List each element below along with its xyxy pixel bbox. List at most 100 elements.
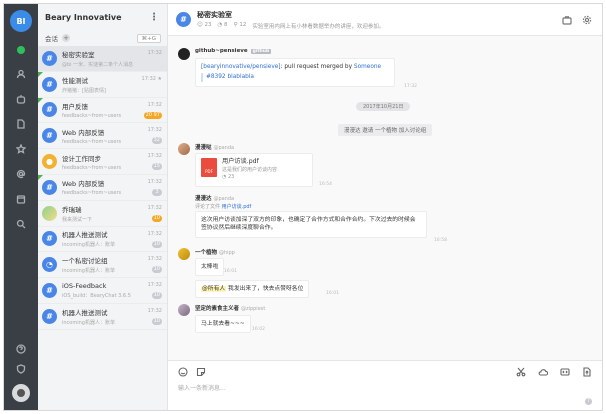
user-avatar-vegetarian[interactable] [178, 304, 190, 316]
conversation-icon [42, 205, 57, 221]
conversation-time: 17:32 [147, 50, 162, 56]
sender-name[interactable]: 漫漫达 @panda [195, 194, 234, 202]
user-link[interactable]: Someone [354, 64, 381, 70]
conversation-preview: 炸猪猪：[贴图表情] [62, 87, 106, 94]
user-avatar-panda[interactable] [178, 143, 190, 155]
contacts-icon[interactable] [14, 67, 28, 81]
emoji-icon[interactable] [178, 367, 188, 377]
shield-icon[interactable] [14, 362, 28, 376]
bot-tag: github [250, 49, 272, 54]
calendar-icon[interactable] [14, 192, 28, 206]
conversation-time: 17:32 [147, 101, 162, 108]
sender-name[interactable]: 漫漫哒 @panda [195, 143, 234, 151]
conversation-preview: incoming机器人：账单 [62, 242, 115, 249]
pdf-file-icon: PDF [201, 158, 217, 177]
unread-marker [38, 97, 43, 103]
conversation-item[interactable]: # 性能测试 炸猪猪：[贴图表情] 17:32 ★ [38, 71, 167, 98]
comment-message: 这次用户访谈加深了双方的印象，也确定了合作方式和合作合约。下次过去的时候会签协议… [195, 211, 427, 238]
conversation-item[interactable]: # 机器人推送测试 incoming机器人：账单 17:32 10 [38, 227, 167, 253]
conversation-time: 17:32 [147, 204, 162, 211]
conversation-preview: @bi 一米、实谜第二条个人消息 [62, 61, 134, 68]
team-name[interactable]: Beary Innovative [45, 13, 122, 22]
sender-name[interactable]: 坚定的素食主义者 @zippiest [195, 304, 265, 312]
conversation-item[interactable]: 乔瑞瑞 我来测试一下 17:32 10 [38, 201, 167, 227]
conversation-item[interactable]: # Web 内部反馈 feedbacks~from~users 17:32 3 [38, 174, 167, 201]
conversation-icon: # [42, 179, 57, 195]
unread-badge: 10 [151, 240, 162, 248]
sticker-icon[interactable] [196, 367, 206, 377]
pins-count[interactable]: ⚲ 12 [234, 22, 247, 30]
conversation-sidebar: Beary Innovative ⋮ 会话 + ⌘+G # 秘密实验室 @bi 一米… [38, 4, 168, 410]
app-window: BI Beary Innovative ⋮ 会话 + ⌘+G # 秘密实验室 @bi… [3, 3, 603, 411]
file-link[interactable]: 用户访谈.pdf [222, 204, 252, 210]
conversation-time: 17:32 [147, 230, 162, 237]
conversation-preview: feedbacks~from~users [62, 164, 122, 171]
conversation-preview: incoming机器人：账单 [62, 319, 115, 326]
conversation-item[interactable]: # 用户反馈 feedbacks~from~users 17:32 20 97 [38, 97, 167, 124]
conversation-item[interactable]: ● 设计工作同步 feedbacks~from~users 17:32 15 [38, 149, 167, 175]
conversation-icon: ◔ [42, 257, 57, 273]
file-name[interactable]: 用户访谈.pdf [222, 158, 277, 167]
conversation-icon: # [42, 283, 57, 299]
upload-file-icon[interactable] [582, 367, 592, 377]
help-button[interactable]: ? [585, 398, 592, 405]
github-avatar[interactable] [178, 48, 190, 60]
conversation-icon: # [42, 76, 57, 92]
online-count[interactable]: ◔ 8 [217, 22, 227, 30]
conversation-icon: # [42, 102, 57, 118]
search-icon[interactable] [14, 217, 28, 231]
sidebar-header: Beary Innovative ⋮ [38, 4, 167, 30]
github-sender[interactable]: github~pensieve github [195, 48, 272, 54]
briefcase-icon[interactable] [562, 15, 572, 25]
unread-badge: 3 [152, 188, 162, 196]
message-bubble: 马上就去看~~~ [195, 315, 251, 334]
more-menu-icon[interactable]: ⋮ [149, 12, 159, 23]
channel-title[interactable]: 秘密实验室 [197, 10, 384, 20]
conversation-item[interactable]: ◔ 一个私密讨论组 incoming机器人：账单 17:32 10 [38, 252, 167, 279]
conversation-time: 17:32 [147, 307, 162, 314]
unread-badge: 20 97 [143, 111, 162, 119]
channel-stats: ☺ 23 ◔ 8 ⚲ 12 实验室用内网上有小林看数据举办的讲座，欢迎参加。 [197, 22, 384, 30]
conversation-preview: iOS_build：BearyChat 3.6.5 [62, 293, 131, 300]
file-comment-count: ◔ 23 [222, 174, 235, 181]
add-conversation-button[interactable]: + [62, 34, 70, 42]
code-snippet-icon[interactable] [560, 367, 570, 377]
conversation-item[interactable]: # 机器人推送测试 incoming机器人：账单 17:32 10 [38, 304, 167, 330]
unread-badge: 10 [151, 266, 162, 274]
conversation-item[interactable]: # iOS-Feedback iOS_build：BearyChat 3.6.5 17… [38, 278, 167, 304]
help-icon[interactable] [14, 342, 28, 356]
conversation-icon: # [42, 308, 57, 324]
cloud-icon[interactable] [538, 367, 548, 377]
message-time: 16:58 [434, 238, 447, 243]
conversation-item[interactable]: # Web 内部反馈 feedbacks~from~users 17:32 32 [38, 123, 167, 150]
mention-icon[interactable] [14, 167, 28, 181]
file-description: 这是我们的用户访谈内容 [222, 166, 278, 173]
conversation-item[interactable]: # 秘密实验室 @bi 一米、实谜第二条个人消息 17:32 [38, 46, 167, 72]
file-attachment[interactable]: PDF 用户访谈.pdf 这是我们的用户访谈内容 ◔ 23 [195, 153, 313, 187]
user-avatar-plant[interactable] [178, 248, 190, 260]
message-time: 17:32 [404, 84, 417, 89]
quick-switch-shortcut[interactable]: ⌘+G [136, 33, 161, 43]
unread-marker [38, 174, 43, 180]
comment-reference: 评论了文件 用户访谈.pdf [195, 204, 252, 210]
settings-gear-icon[interactable] [582, 15, 592, 25]
channel-icon: # [176, 12, 191, 27]
message-input[interactable]: 输入一条新消息... [178, 383, 226, 392]
conversations-section: 会话 + ⌘+G [38, 30, 167, 46]
files-icon[interactable] [14, 117, 28, 131]
message-time: 16:01 [224, 269, 237, 274]
message-time: 16:54 [319, 182, 332, 187]
scissors-icon[interactable] [516, 367, 526, 377]
user-avatar[interactable] [12, 384, 30, 402]
sender-name[interactable]: 一个植物 @hipp [195, 248, 235, 256]
members-count[interactable]: ☺ 23 [197, 22, 211, 30]
mention-all-tag[interactable]: @所有人 [201, 286, 227, 292]
team-avatar[interactable]: BI [10, 10, 32, 32]
star-icon[interactable] [14, 142, 28, 156]
unread-badge: 10 [151, 292, 162, 300]
robot-icon[interactable] [14, 92, 28, 106]
repo-link[interactable]: [bearyinnovative/pensieve] [201, 64, 281, 70]
conversation-list: # 秘密实验室 @bi 一米、实谜第二条个人消息 17:32 # 性能测试 炸猪猪：[贴图表… [38, 46, 167, 410]
conversation-icon: # [42, 231, 57, 247]
pr-link[interactable]: #8392 blablabla [206, 74, 254, 80]
